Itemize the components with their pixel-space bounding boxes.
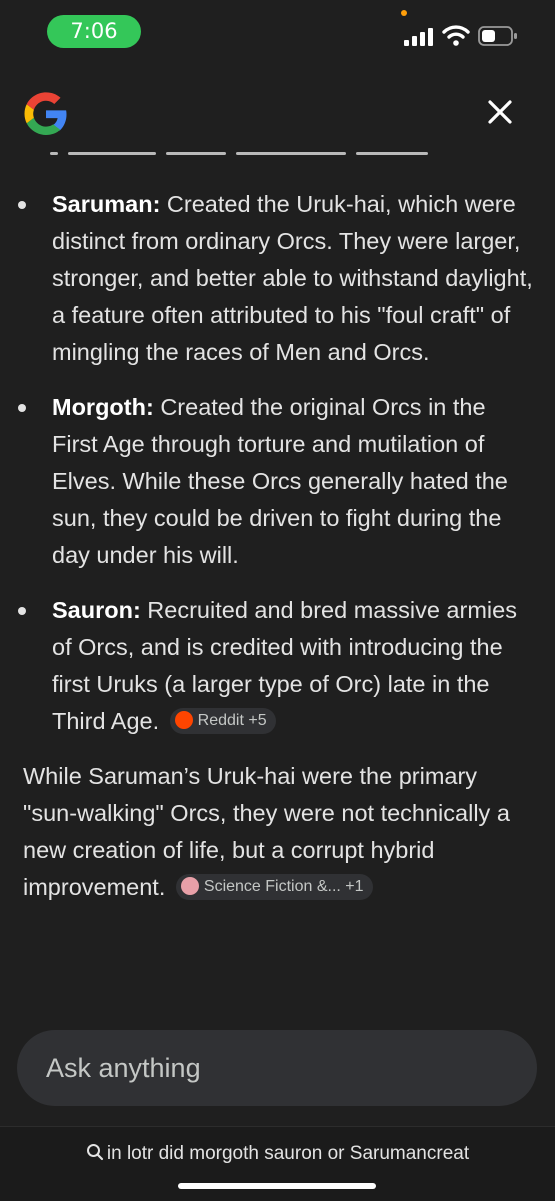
home-indicator[interactable] — [178, 1183, 376, 1189]
ask-input[interactable]: Ask anything — [17, 1030, 537, 1106]
bullet-text: Created the Uruk-hai, which were distinc… — [52, 191, 533, 365]
source-chip-label: Reddit +5 — [197, 711, 267, 729]
list-item: Morgoth: Created the original Orcs in th… — [0, 389, 555, 574]
google-g-icon — [24, 92, 67, 135]
bottom-query-bar[interactable]: in lotr did morgoth sauron or Sarumancre… — [0, 1126, 555, 1201]
privacy-indicator-dot — [401, 10, 407, 16]
ai-answer-panel: Saruman: Created the Uruk-hai, which wer… — [0, 66, 555, 1200]
bullet-dot — [18, 607, 26, 615]
list-item: Sauron: Recruited and bred massive armie… — [0, 592, 555, 740]
wifi-icon — [442, 25, 470, 46]
bullet-list: Saruman: Created the Uruk-hai, which wer… — [0, 186, 555, 740]
bullet-term: Morgoth: — [52, 394, 154, 420]
close-button[interactable] — [482, 94, 518, 130]
bullet-text: Created the original Orcs in the First A… — [52, 394, 508, 568]
summary-paragraph: While Saruman’s Uruk-hai were the primar… — [0, 758, 555, 906]
battery-icon — [478, 26, 517, 46]
status-bar: 7:06 — [0, 0, 555, 66]
ask-input-placeholder: Ask anything — [46, 1053, 201, 1083]
bullet-dot — [18, 404, 26, 412]
science-fiction-site-icon — [180, 876, 199, 895]
search-icon — [86, 1143, 103, 1161]
list-item: Saruman: Created the Uruk-hai, which wer… — [0, 186, 555, 371]
cellular-signal-icon — [404, 28, 433, 46]
source-chip-label: Science Fiction &... +1 — [203, 877, 364, 895]
search-query-row[interactable]: in lotr did morgoth sauron or Sarumancre… — [0, 1143, 555, 1165]
search-query-text: in lotr did morgoth sauron or Sarumancre… — [106, 1143, 470, 1164]
source-chip-science-fiction[interactable]: Science Fiction &... +1 — [175, 873, 373, 900]
bullet-term: Sauron: — [52, 597, 141, 623]
answer-content: Saruman: Created the Uruk-hai, which wer… — [0, 186, 555, 906]
status-time: 7:06 — [47, 15, 141, 48]
bullet-term: Saruman: — [52, 191, 161, 217]
clipped-text-line — [50, 152, 470, 158]
bullet-dot — [18, 201, 26, 209]
reddit-icon — [174, 710, 193, 729]
source-chip-reddit[interactable]: Reddit +5 — [169, 707, 276, 734]
